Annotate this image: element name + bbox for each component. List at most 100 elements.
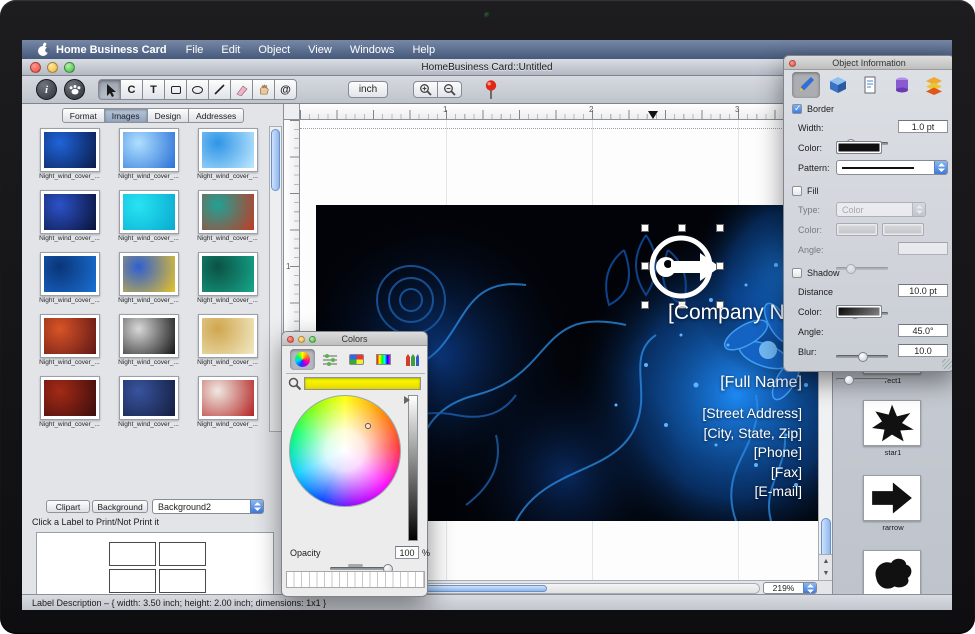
image-thumbnail[interactable]: Night_wind_cover_... — [33, 188, 107, 250]
color-wheel-selector[interactable] — [365, 423, 371, 429]
oval-tool[interactable] — [186, 79, 209, 100]
unit-button[interactable]: inch — [348, 81, 388, 98]
image-thumbnail[interactable]: Night_wind_cover_... — [112, 312, 186, 374]
fill-type-select[interactable]: Color — [836, 202, 926, 217]
zoom-button[interactable] — [309, 336, 316, 343]
tab-addresses[interactable]: Addresses — [188, 108, 244, 123]
border-checkbox[interactable] — [792, 104, 802, 114]
scrollbar-arrows[interactable]: ▲▼ — [819, 554, 833, 580]
image-thumbnail[interactable]: Night_wind_cover_... — [112, 126, 186, 188]
app-menu-title[interactable]: Home Business Card — [56, 44, 167, 56]
image-thumbnail[interactable]: Night_wind_cover_... — [112, 188, 186, 250]
swatch-drawer-handle[interactable] — [348, 564, 363, 567]
opacity-field[interactable]: 100 — [395, 546, 419, 559]
brightness-slider-handle[interactable] — [404, 396, 410, 404]
color-wheel-tab[interactable] — [290, 349, 315, 370]
zoom-out-button[interactable] — [437, 81, 462, 98]
resize-grip[interactable] — [942, 359, 952, 369]
info-button[interactable]: i — [36, 79, 57, 100]
magnifier-icon[interactable] — [288, 377, 302, 391]
swatch-row[interactable] — [286, 571, 425, 588]
print-label-cell[interactable] — [109, 542, 156, 566]
menu-object[interactable]: Object — [249, 44, 299, 56]
collection-select[interactable]: Background2 — [152, 499, 264, 514]
sliders-tab[interactable] — [317, 349, 342, 370]
image-thumbnail[interactable]: Night_wind_cover_... — [191, 126, 265, 188]
clipart-button[interactable]: Clipart — [46, 500, 90, 513]
fill-color-well-1[interactable] — [836, 223, 878, 236]
close-button[interactable] — [30, 62, 41, 73]
image-thumbnail[interactable]: Night_wind_cover_... — [191, 312, 265, 374]
image-thumbnail[interactable]: Night_wind_cover_... — [191, 374, 265, 432]
border-color-well[interactable] — [836, 141, 882, 154]
image-thumbnail[interactable]: Night_wind_cover_... — [112, 250, 186, 312]
shadow-blur-slider[interactable] — [836, 378, 888, 381]
tab-design[interactable]: Design — [147, 108, 189, 123]
eraser-tool[interactable] — [230, 79, 253, 100]
shape-item-scribble[interactable] — [863, 550, 921, 594]
menu-edit[interactable]: Edit — [212, 44, 249, 56]
library-scrollbar-thumb[interactable] — [271, 129, 280, 191]
apple-menu-icon[interactable] — [32, 42, 54, 57]
colors-panel[interactable]: Colors Opacity 100 % — [281, 331, 428, 597]
contact-text-block[interactable]: [Street Address][City, State, Zip][Phone… — [702, 404, 802, 502]
shadow-angle-slider[interactable] — [836, 355, 888, 358]
full-name-text[interactable]: [Full Name] — [720, 374, 802, 392]
shadow-angle-field[interactable]: 45.0° — [898, 324, 948, 337]
image-thumbnail[interactable]: Night_wind_cover_... — [33, 126, 107, 188]
minimize-button[interactable] — [47, 62, 58, 73]
canvas-horizontal-scrollbar[interactable] — [394, 583, 760, 594]
print-label-cell[interactable] — [159, 542, 206, 566]
pin-button[interactable] — [481, 79, 501, 106]
rectangle-tool[interactable] — [164, 79, 187, 100]
palette-tab[interactable] — [344, 349, 369, 370]
current-color-swatch[interactable] — [304, 377, 421, 390]
tab-images[interactable]: Images — [104, 108, 148, 123]
color-wheel[interactable] — [289, 395, 401, 507]
menu-file[interactable]: File — [177, 44, 213, 56]
shadow-checkbox[interactable] — [792, 268, 802, 278]
crop-tool[interactable]: C — [120, 79, 143, 100]
spectrum-tab[interactable] — [371, 349, 396, 370]
image-thumbnail[interactable]: Night_wind_cover_... — [191, 188, 265, 250]
border-width-field[interactable]: 1.0 pt — [898, 120, 948, 133]
hand-tool[interactable] — [252, 79, 275, 100]
crayons-tab[interactable] — [398, 349, 423, 370]
tab-format[interactable]: Format — [62, 108, 105, 123]
border-pattern-select[interactable] — [836, 160, 948, 175]
paw-button[interactable] — [64, 79, 85, 100]
image-thumbnail[interactable]: Night_wind_cover_... — [191, 250, 265, 312]
brightness-slider[interactable] — [408, 395, 418, 541]
image-thumbnail[interactable]: Night_wind_cover_... — [33, 250, 107, 312]
shadow-blur-field[interactable]: 10.0 — [898, 344, 948, 357]
print-label-cell[interactable] — [109, 569, 156, 593]
shadow-distance-field[interactable]: 10.0 pt — [898, 284, 948, 297]
shape-item-arrow[interactable] — [863, 475, 921, 521]
colors-panel-titlebar[interactable]: Colors — [282, 332, 427, 346]
print-label-cell[interactable] — [159, 569, 206, 593]
line-tool[interactable] — [208, 79, 231, 100]
menu-help[interactable]: Help — [403, 44, 444, 56]
at-tool[interactable]: @ — [274, 79, 297, 100]
zoom-button[interactable] — [64, 62, 75, 73]
minimize-button[interactable] — [298, 336, 305, 343]
fill-color-well-2[interactable] — [882, 223, 924, 236]
fill-checkbox[interactable] — [792, 186, 802, 196]
fill-angle-slider[interactable] — [836, 267, 888, 270]
zoom-level-select[interactable]: 219% — [763, 582, 817, 594]
object-information-panel[interactable]: Object Information — [783, 55, 952, 372]
menu-windows[interactable]: Windows — [341, 44, 404, 56]
image-thumbnail[interactable]: Night_wind_cover_... — [33, 374, 107, 432]
object-info-titlebar[interactable]: Object Information — [784, 56, 952, 70]
fill-angle-field[interactable] — [898, 242, 948, 255]
shadow-color-well[interactable] — [836, 305, 882, 318]
image-thumbnail[interactable]: Night_wind_cover_... — [33, 312, 107, 374]
opacity-slider[interactable] — [330, 567, 392, 570]
select-tool[interactable] — [98, 79, 121, 100]
zoom-in-button[interactable] — [413, 81, 438, 98]
close-button[interactable] — [287, 336, 294, 343]
background-button[interactable]: Background — [92, 500, 148, 513]
image-thumbnail[interactable]: Night_wind_cover_... — [112, 374, 186, 432]
text-tool[interactable]: T — [142, 79, 165, 100]
shape-item-star[interactable] — [863, 400, 921, 446]
